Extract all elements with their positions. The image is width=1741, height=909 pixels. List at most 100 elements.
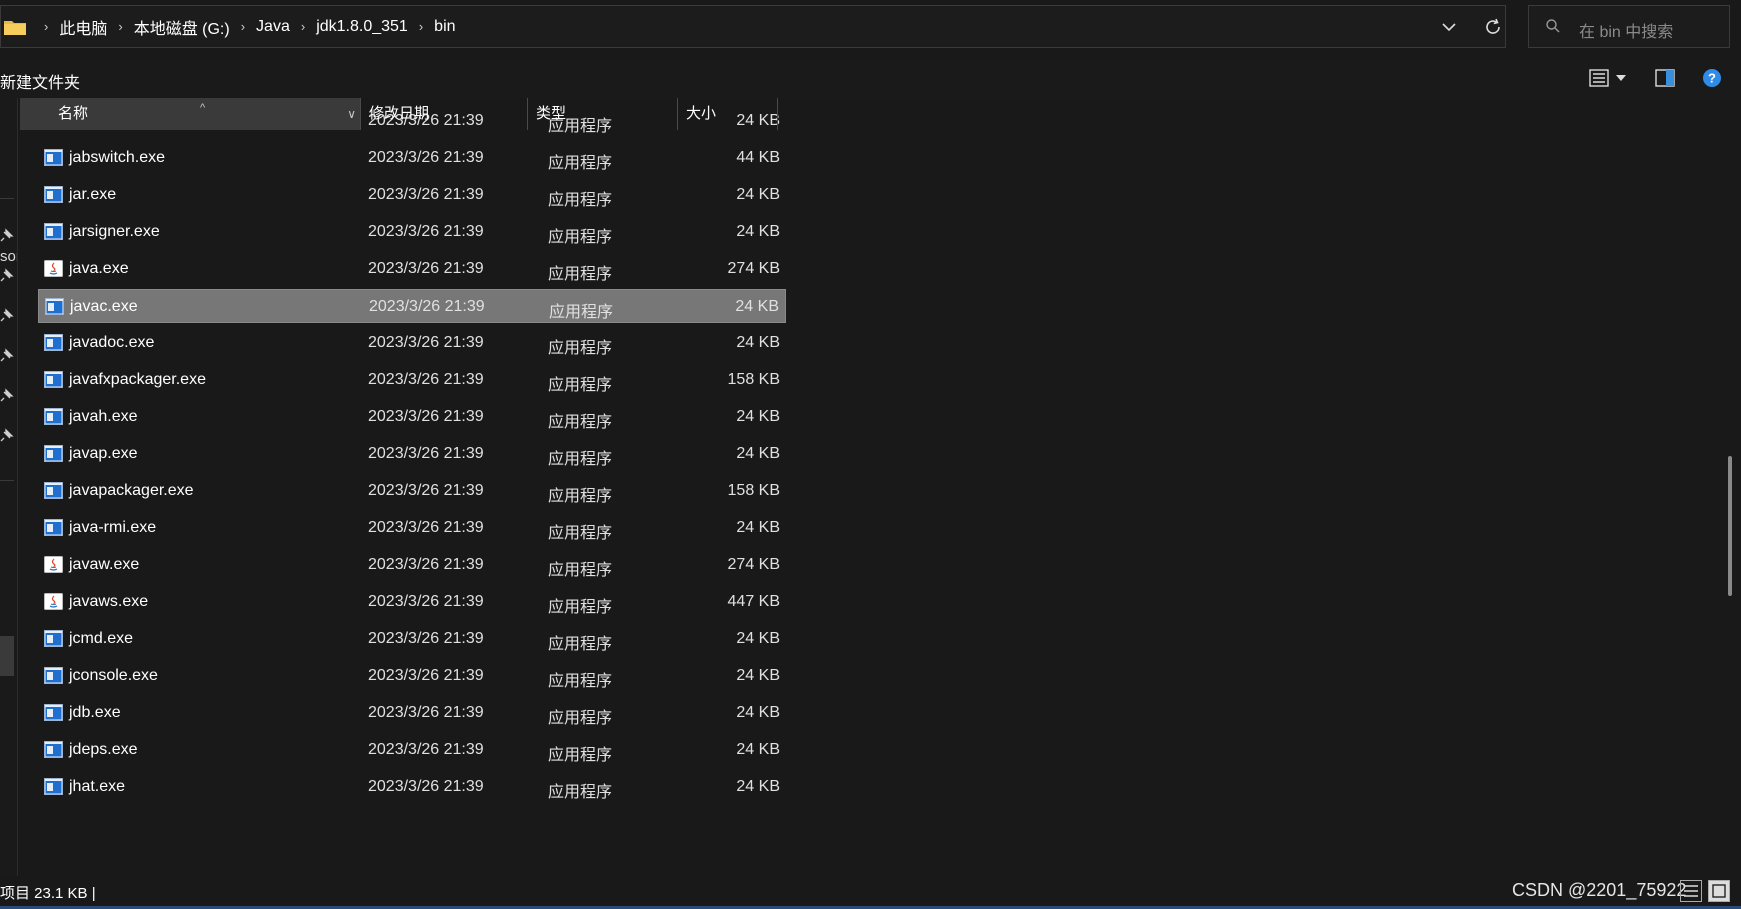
chevron-right-icon[interactable]: ›	[118, 19, 122, 34]
exe-icon	[44, 186, 63, 203]
file-size: 24 KB	[736, 408, 780, 425]
file-size: 24 KB	[736, 186, 780, 203]
view-options-button[interactable]	[1588, 66, 1610, 90]
java-icon	[44, 260, 63, 277]
column-header-name[interactable]: 名称 ^ ∨	[20, 98, 360, 130]
details-view-icon	[1589, 69, 1609, 87]
column-modified-label: 修改日期	[369, 105, 430, 122]
file-row[interactable]: javac.exe 2023/3/26 21:39 应用程序 24 KB	[38, 289, 786, 323]
exe-icon	[44, 704, 63, 721]
file-name: java-rmi.exe	[69, 519, 157, 536]
java-icon	[44, 556, 63, 573]
file-name: java.exe	[69, 260, 129, 277]
breadcrumb-java[interactable]: Java	[256, 18, 290, 36]
file-row[interactable]: javadoc.exe 2023/3/26 21:39 应用程序 24 KB	[38, 326, 786, 360]
file-type: 应用程序	[548, 710, 613, 727]
svg-text:?: ?	[1708, 71, 1716, 86]
file-type: 应用程序	[548, 525, 613, 542]
file-modified: 2023/3/26 21:39	[368, 482, 484, 499]
file-modified: 2023/3/26 21:39	[368, 778, 484, 795]
chevron-right-icon[interactable]: ›	[301, 19, 305, 34]
file-modified: 2023/3/26 21:39	[368, 260, 484, 277]
file-row[interactable]: java-rmi.exe 2023/3/26 21:39 应用程序 24 KB	[38, 511, 786, 545]
file-row[interactable]: javapackager.exe 2023/3/26 21:39 应用程序 158 K…	[38, 474, 786, 508]
file-row[interactable]: jconsole.exe 2023/3/26 21:39 应用程序 24 KB	[38, 659, 786, 693]
file-row[interactable]: jcmd.exe 2023/3/26 21:39 应用程序 24 KB	[38, 622, 786, 656]
exe-icon	[44, 741, 63, 758]
breadcrumb-bin[interactable]: bin	[434, 18, 455, 36]
nav-item-selected[interactable]	[0, 636, 14, 676]
file-row[interactable]: jhat.exe 2023/3/26 21:39 应用程序 24 KB	[38, 770, 786, 804]
file-name: javafxpackager.exe	[69, 371, 206, 388]
search-input[interactable]: 在 bin 中搜索	[1528, 5, 1730, 48]
file-type: 应用程序	[548, 636, 613, 653]
file-type: 应用程序	[548, 562, 613, 579]
file-row[interactable]: jabswitch.exe 2023/3/26 21:39 应用程序 44 KB	[38, 141, 786, 175]
file-name: jabswitch.exe	[69, 149, 166, 166]
nav-item-label[interactable]: son	[0, 248, 18, 265]
status-bar: 项目 23.1 KB | CSDN @2201_75922	[0, 876, 1741, 909]
column-header-modified[interactable]: 修改日期	[360, 98, 528, 130]
file-size: 24 KB	[736, 519, 780, 536]
column-divider[interactable]	[777, 98, 778, 130]
breadcrumb-this-pc[interactable]: 此电脑	[59, 15, 107, 39]
file-type: 应用程序	[548, 340, 613, 357]
exe-icon	[44, 334, 63, 351]
file-row[interactable]: javaw.exe 2023/3/26 21:39 应用程序 274 KB	[38, 548, 786, 582]
history-dropdown-button[interactable]	[1435, 14, 1463, 40]
column-header-type[interactable]: 类型	[528, 98, 678, 130]
chevron-right-icon[interactable]: ›	[241, 19, 245, 34]
file-size: 274 KB	[727, 260, 780, 277]
preview-pane-button[interactable]	[1654, 66, 1676, 90]
vertical-scrollbar[interactable]	[1728, 456, 1732, 596]
address-bar[interactable]: › 此电脑 › 本地磁盘 (G:) › Java › jdk1.8.0_351 …	[0, 5, 1506, 48]
refresh-icon	[1486, 18, 1500, 34]
sort-ascending-icon: ^	[200, 102, 206, 114]
exe-icon	[44, 519, 63, 536]
preview-pane-icon	[1655, 69, 1675, 87]
help-button[interactable]: ?	[1700, 66, 1724, 90]
pane-splitter[interactable]	[17, 98, 18, 876]
view-dropdown-button[interactable]	[1614, 66, 1628, 90]
file-size: 44 KB	[736, 149, 780, 166]
pin-icon	[0, 428, 14, 442]
file-row[interactable]: javap.exe 2023/3/26 21:39 应用程序 24 KB	[38, 437, 786, 471]
file-name: javap.exe	[69, 445, 138, 462]
file-row[interactable]: javafxpackager.exe 2023/3/26 21:39 应用程序 158…	[38, 363, 786, 397]
file-row[interactable]: javaws.exe 2023/3/26 21:39 应用程序 447 KB	[38, 585, 786, 619]
file-size: 274 KB	[727, 556, 780, 573]
file-name: jconsole.exe	[69, 667, 158, 684]
file-size: 24 KB	[736, 667, 780, 684]
file-modified: 2023/3/26 21:39	[368, 445, 484, 462]
exe-icon	[45, 298, 64, 315]
file-row[interactable]: jdb.exe 2023/3/26 21:39 应用程序 24 KB	[38, 696, 786, 730]
thumbnail-view-toggle[interactable]	[1708, 880, 1730, 902]
new-folder-button[interactable]: 新建文件夹	[0, 69, 80, 93]
file-modified: 2023/3/26 21:39	[368, 556, 484, 573]
file-type: 应用程序	[548, 229, 613, 246]
column-type-label: 类型	[536, 105, 567, 122]
file-name: javah.exe	[69, 408, 138, 425]
file-modified: 2023/3/26 21:39	[368, 741, 484, 758]
chevron-down-icon[interactable]: ∨	[347, 98, 356, 130]
file-size: 447 KB	[727, 593, 780, 610]
file-name: javaws.exe	[69, 593, 149, 610]
file-row[interactable]: javah.exe 2023/3/26 21:39 应用程序 24 KB	[38, 400, 786, 434]
breadcrumb-jdk[interactable]: jdk1.8.0_351	[316, 18, 408, 36]
refresh-button[interactable]	[1479, 14, 1507, 40]
details-view-toggle[interactable]	[1680, 880, 1702, 902]
file-row[interactable]: jarsigner.exe 2023/3/26 21:39 应用程序 24 KB	[38, 215, 786, 249]
file-row[interactable]: jar.exe 2023/3/26 21:39 应用程序 24 KB	[38, 178, 786, 212]
file-name: jar.exe	[69, 186, 117, 203]
file-type: 应用程序	[548, 155, 613, 172]
file-modified: 2023/3/26 21:39	[368, 519, 484, 536]
chevron-right-icon: ›	[44, 19, 49, 34]
breadcrumb-drive[interactable]: 本地磁盘 (G:)	[134, 15, 230, 39]
chevron-right-icon[interactable]: ›	[419, 19, 423, 34]
caret-down-icon	[1616, 75, 1626, 81]
file-row[interactable]: java.exe 2023/3/26 21:39 应用程序 274 KB	[38, 252, 786, 286]
column-header-size[interactable]: 大小	[678, 98, 778, 130]
file-type: 应用程序	[548, 488, 613, 505]
file-row[interactable]: jdeps.exe 2023/3/26 21:39 应用程序 24 KB	[38, 733, 786, 767]
pin-icon	[0, 388, 14, 402]
